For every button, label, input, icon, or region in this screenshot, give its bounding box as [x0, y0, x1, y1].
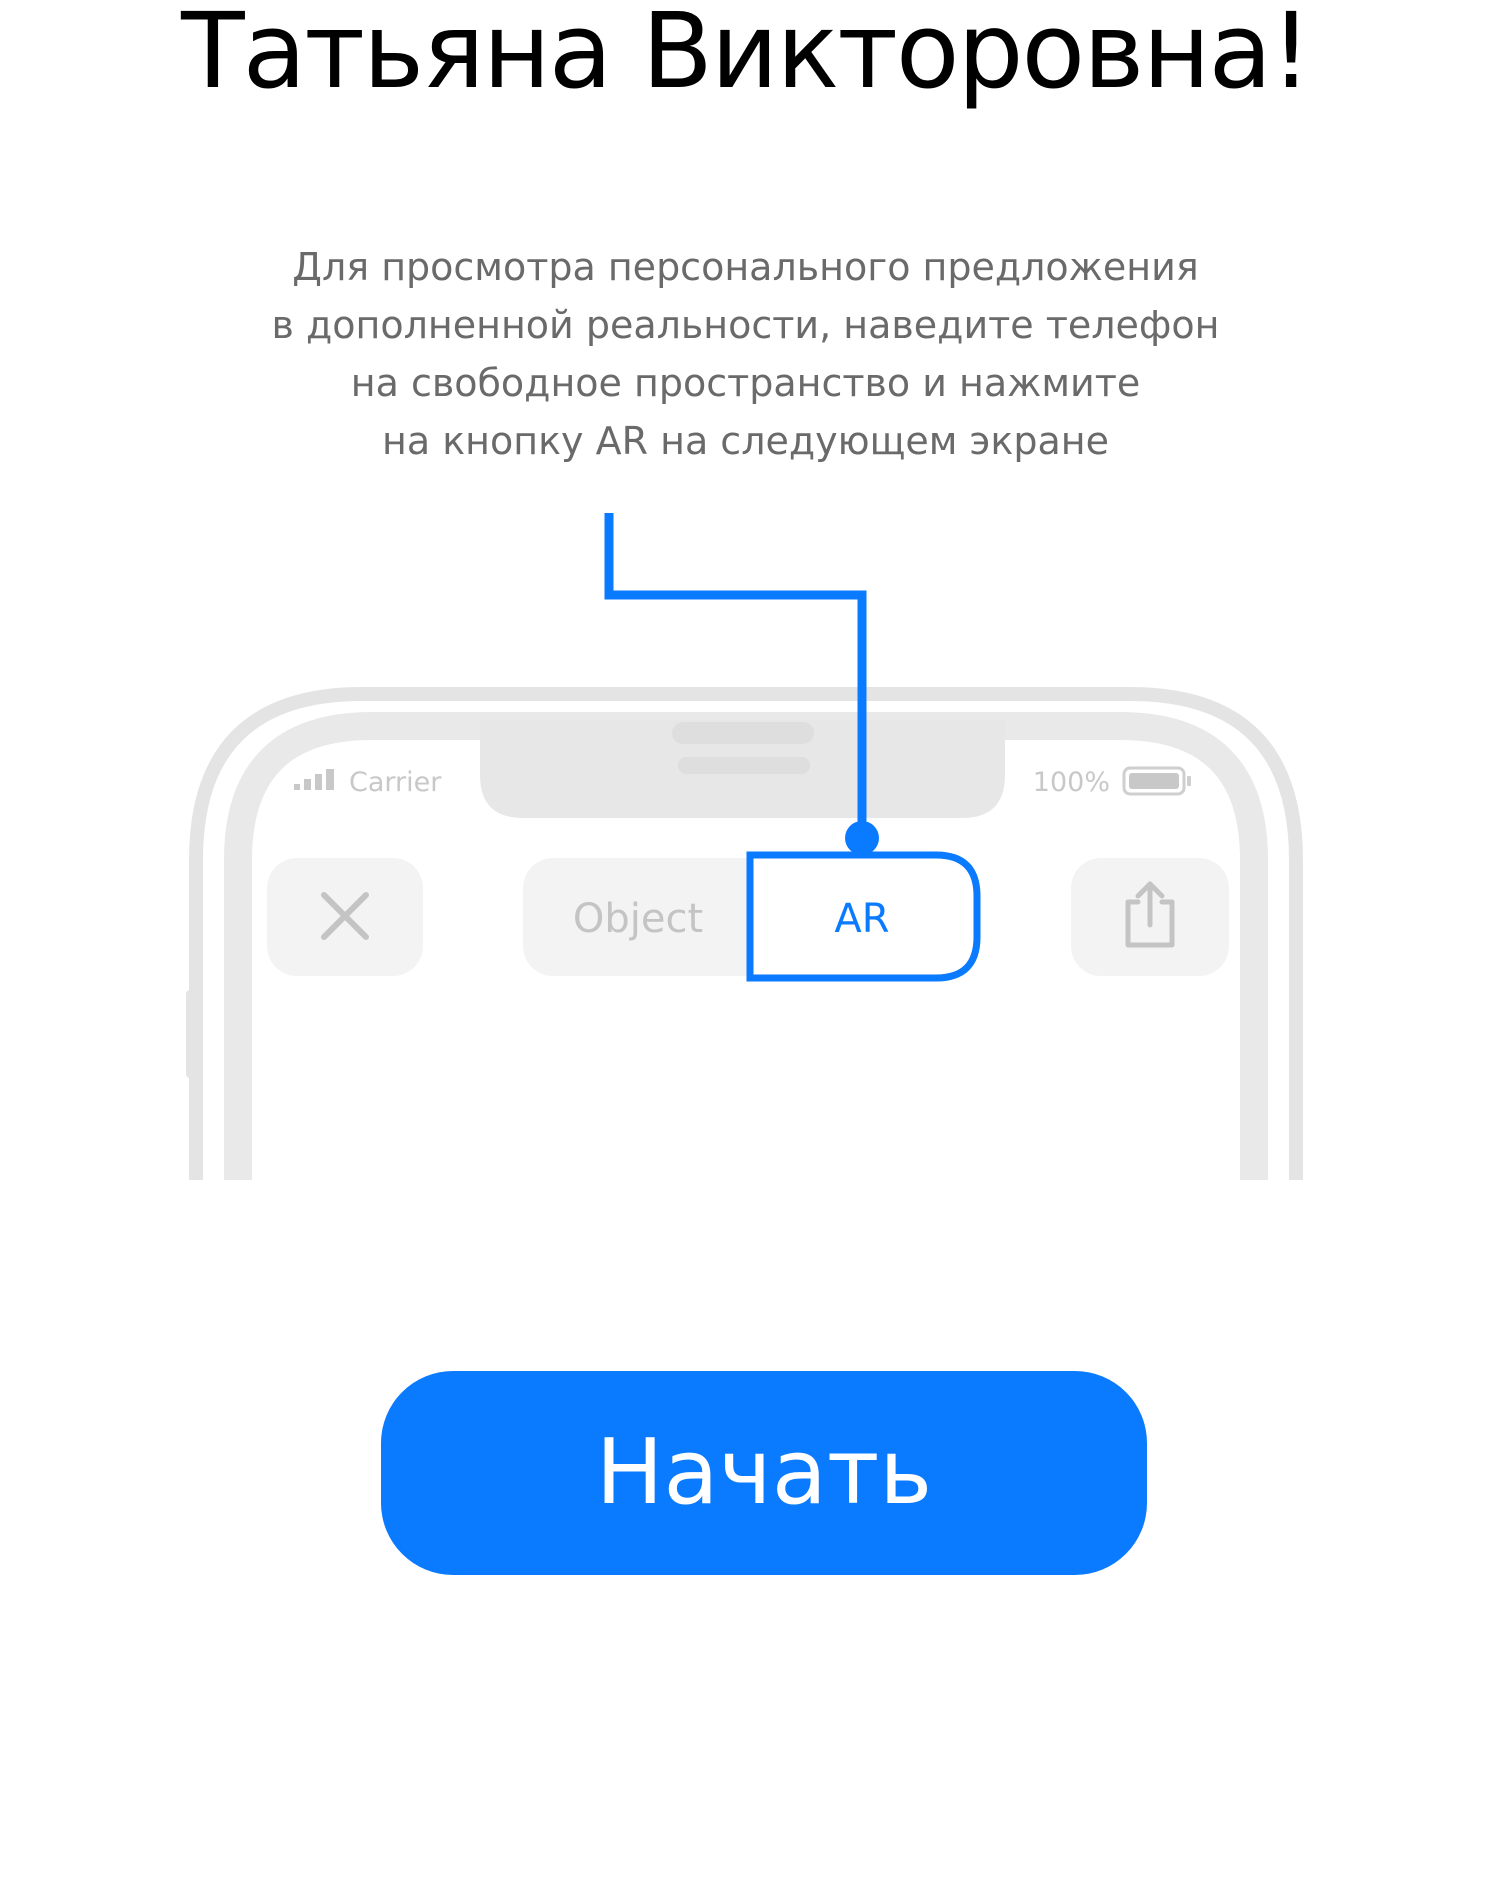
segment-object-label: Object	[573, 896, 703, 942]
battery-percent: 100%	[1033, 767, 1110, 798]
instruction-line: в дополненной реальности, наведите телеф…	[271, 303, 1220, 347]
share-button[interactable]	[1071, 858, 1229, 976]
pointer-line	[604, 513, 867, 838]
segment-ar-label: AR	[834, 896, 889, 942]
battery-icon	[1122, 766, 1191, 796]
pointer-dot	[845, 821, 879, 855]
segment-object[interactable]: Object	[523, 858, 747, 976]
instruction-line: на кнопку AR на следующем экране	[382, 419, 1109, 463]
close-button[interactable]	[267, 858, 423, 976]
start-button[interactable]: Начать	[381, 1371, 1147, 1575]
greeting-title: Татьяна Викторовна!	[181, 0, 1312, 112]
phone-notch	[480, 720, 1005, 818]
signal-icon	[294, 769, 334, 790]
instruction-line: на свободное пространство и нажмите	[350, 361, 1141, 405]
instruction-line: Для просмотра персонального предложения	[292, 245, 1199, 289]
carrier-label: Carrier	[349, 767, 442, 798]
instruction-text: Для просмотра персонального предложения …	[200, 238, 1291, 470]
segment-ar[interactable]: AR	[746, 851, 981, 982]
phone-speaker	[672, 722, 814, 744]
phone-side-button	[186, 990, 196, 1078]
phone-speaker	[678, 757, 810, 774]
